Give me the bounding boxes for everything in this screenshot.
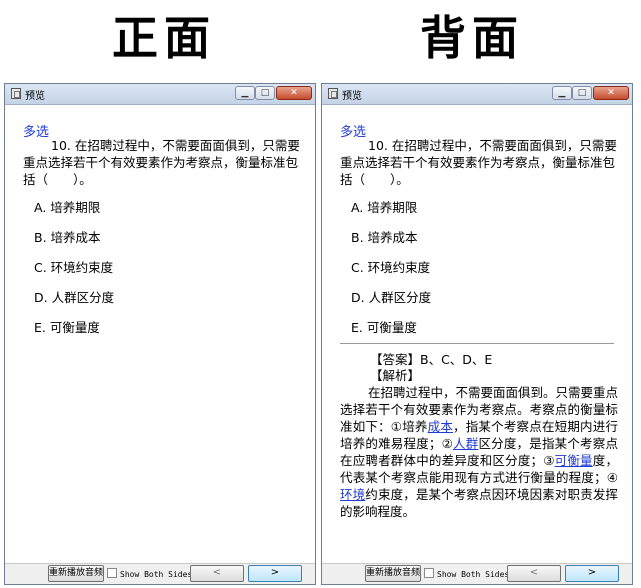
option-e: E. 可衡量度 [34,320,100,335]
answer-text: 【答案】B、C、D、E [370,352,493,367]
option-b: B. 培养成本 [34,230,101,245]
show-both-sides-checkbox[interactable]: Show Both Sides [107,568,192,579]
link-cost[interactable]: 成本 [428,419,453,434]
option-d: D. 人群区分度 [34,290,115,305]
back-titlebar[interactable]: 预览 ▁ □ ✕ [322,84,632,105]
minimize-button[interactable]: ▁ [235,86,255,100]
checkbox-icon[interactable] [107,568,117,578]
analysis-label: 【解析】 [370,368,421,383]
back-heading: 背面 [420,11,524,65]
option-c: C. 环境约束度 [351,260,431,275]
show-both-sides-checkbox[interactable]: Show Both Sides [424,568,509,579]
option-c: C. 环境约束度 [34,260,114,275]
maximize-button[interactable]: □ [572,86,592,100]
front-titlebar[interactable]: 预览 ▁ □ ✕ [5,84,315,105]
next-button[interactable]: > [248,565,302,582]
explanation-part: 约束度，是某个考察点因环境因素对职责发挥的影响程度。 [340,487,618,519]
option-a: A. 培养期限 [351,200,418,215]
link-measurable[interactable]: 可衡量 [555,453,593,468]
question-text: 10. 在招聘过程中，不需要面面俱到，只需要重点选择若干个有效要素作为考察点，衡… [340,138,617,187]
back-content: 多选 10. 在招聘过程中，不需要面面俱到，只需要重点选择若干个有效要素作为考察… [322,105,632,564]
front-bottom-bar: 重新播放音频 Show Both Sides < > [5,563,315,584]
next-button[interactable]: > [565,565,619,582]
replay-audio-button[interactable]: 重新播放音频 [365,565,421,582]
checkbox-icon[interactable] [424,568,434,578]
option-e: E. 可衡量度 [351,320,417,335]
replay-audio-button[interactable]: 重新播放音频 [48,565,104,582]
maximize-button[interactable]: □ [255,86,275,100]
prev-button[interactable]: < [507,565,561,582]
option-d: D. 人群区分度 [351,290,432,305]
show-both-sides-label: Show Both Sides [437,570,510,579]
question-text: 10. 在招聘过程中，不需要面面俱到，只需要重点选择若干个有效要素作为考察点，衡… [23,138,300,187]
prev-button[interactable]: < [190,565,244,582]
explanation-text: 在招聘过程中，不需要面面俱到。只需要重点选择若干个有效要素作为考察点。考察点的衡… [340,384,618,520]
answer-divider [340,343,614,344]
front-heading: 正面 [112,11,216,65]
option-b: B. 培养成本 [351,230,418,245]
back-bottom-bar: 重新播放音频 Show Both Sides < > [322,563,632,584]
option-a: A. 培养期限 [34,200,101,215]
app-icon [11,88,21,99]
back-preview-window: 预览 ▁ □ ✕ 多选 10. 在招聘过程中，不需要面面俱到，只需要重点选择若干… [321,83,633,585]
close-button[interactable]: ✕ [276,86,312,100]
minimize-button[interactable]: ▁ [552,86,572,100]
close-button[interactable]: ✕ [593,86,629,100]
window-title: 预览 [25,91,45,102]
show-both-sides-label: Show Both Sides [120,570,193,579]
front-content: 多选 10. 在招聘过程中，不需要面面俱到，只需要重点选择若干个有效要素作为考察… [5,105,315,564]
app-icon [328,88,338,99]
link-environment[interactable]: 环境 [340,487,365,502]
window-title: 预览 [342,91,362,102]
front-preview-window: 预览 ▁ □ ✕ 多选 10. 在招聘过程中，不需要面面俱到，只需要重点选择若干… [4,83,316,585]
link-population[interactable]: 人群 [453,436,478,451]
